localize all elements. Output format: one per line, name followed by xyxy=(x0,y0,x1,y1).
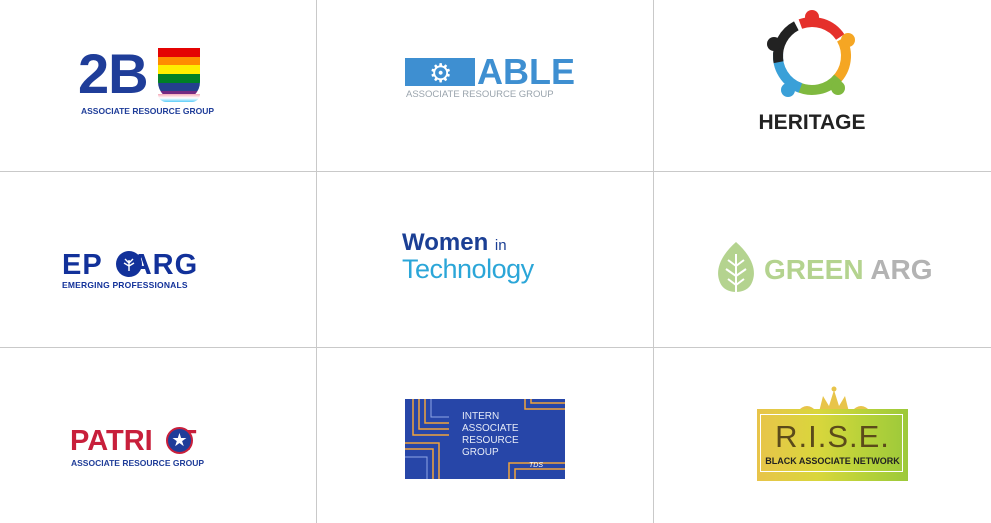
logo-wit-line2: Technology xyxy=(402,254,534,284)
logo-green-arg-text: GREEN ARG xyxy=(764,254,933,285)
logo-2bu-subtitle: ASSOCIATE RESOURCE GROUP xyxy=(81,106,215,116)
logo-able-subtitle: ASSOCIATE RESOURCE GROUP xyxy=(406,89,554,100)
logo-patriot-subtitle: ASSOCIATE RESOURCE GROUP xyxy=(71,458,205,468)
logo-women-in-technology: Women in Technology xyxy=(402,230,572,290)
logo-able: ⚙ ABLE ASSOCIATE RESOURCE GROUP xyxy=(405,52,575,102)
logo-grid: 2B ASSOCIATE RESOURCE GROUP ⚙ ABLE ASSOC… xyxy=(0,0,991,523)
rainbow-u-icon xyxy=(158,48,200,100)
leaf-icon xyxy=(718,242,754,296)
logo-cell-rise: R.I.S.E. BLACK ASSOCIATE NETWORK xyxy=(654,348,991,523)
logo-able-text: ABLE xyxy=(477,51,575,92)
logo-rise: R.I.S.E. BLACK ASSOCIATE NETWORK xyxy=(757,386,912,481)
logo-rise-subtitle: BLACK ASSOCIATE NETWORK xyxy=(765,456,900,466)
star-icon: ★ xyxy=(166,427,193,454)
rise-panel: R.I.S.E. BLACK ASSOCIATE NETWORK xyxy=(757,409,908,481)
logo-intern-text: INTERN ASSOCIATE RESOURCE GROUP xyxy=(462,411,519,458)
logo-eparg-subtitle: EMERGING PROFESSIONALS xyxy=(62,280,188,290)
logo-cell-women-in-technology: Women in Technology xyxy=(317,172,654,348)
logo-cell-patriot: PATRIT ★ ASSOCIATE RESOURCE GROUP xyxy=(0,348,317,523)
logo-cell-heritage: HERITAGE xyxy=(654,0,991,172)
logo-rise-text: R.I.S.E. xyxy=(775,419,890,454)
logo-heritage-text: HERITAGE xyxy=(758,111,866,134)
logo-2bu: 2B ASSOCIATE RESOURCE GROUP xyxy=(78,44,228,119)
logo-green-arg: GREEN ARG xyxy=(714,240,954,300)
people-circle-icon xyxy=(767,10,855,97)
logo-heritage: HERITAGE xyxy=(752,8,892,138)
logo-patriot: PATRIT ★ ASSOCIATE RESOURCE GROUP xyxy=(70,426,220,471)
tree-circle-icon xyxy=(116,251,142,277)
logo-intern: INTERN ASSOCIATE RESOURCE GROUP TDS xyxy=(405,399,565,479)
logo-cell-eparg: EP ARG EMERGING PROFESSIONALS xyxy=(0,172,317,348)
gear-icon: ⚙ xyxy=(429,58,453,88)
logo-2bu-text: 2B xyxy=(78,42,149,105)
logo-cell-green-arg: GREEN ARG xyxy=(654,172,991,348)
logo-eparg: EP ARG EMERGING PROFESSIONALS xyxy=(62,250,242,292)
tds-badge: TDS xyxy=(529,462,543,469)
logo-cell-intern: INTERN ASSOCIATE RESOURCE GROUP TDS xyxy=(317,348,654,523)
logo-cell-able: ⚙ ABLE ASSOCIATE RESOURCE GROUP xyxy=(317,0,654,172)
logo-cell-2bu: 2B ASSOCIATE RESOURCE GROUP xyxy=(0,0,317,172)
trans-flag-icon xyxy=(158,94,200,102)
